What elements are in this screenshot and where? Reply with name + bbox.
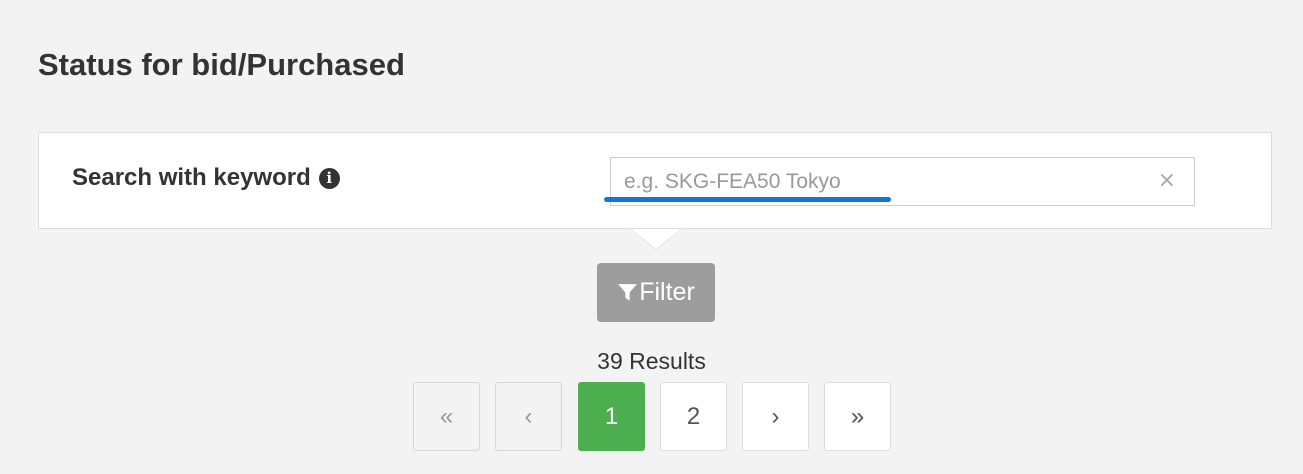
filter-icon (618, 284, 638, 301)
annotation-underline (604, 197, 891, 202)
search-label-group: Search with keyword i (72, 163, 340, 193)
filter-button-label: Filter (639, 278, 695, 306)
close-icon[interactable]: × (1158, 168, 1176, 194)
first-page-button[interactable]: « (413, 382, 480, 451)
panel-pointer (631, 229, 681, 249)
page-button-2[interactable]: 2 (660, 382, 727, 451)
page-button-1[interactable]: 1 (578, 382, 645, 451)
results-count: 39 Results (597, 348, 706, 374)
filter-button[interactable]: Filter (597, 263, 715, 322)
last-page-button[interactable]: » (824, 382, 891, 451)
info-circle-icon[interactable]: i (318, 167, 340, 189)
previous-page-button[interactable]: ‹ (495, 382, 562, 451)
next-page-button[interactable]: › (742, 382, 809, 451)
page-title: Status for bid/Purchased (38, 47, 405, 82)
search-label: Search with keyword (72, 164, 311, 191)
search-panel: Search with keyword i × (38, 132, 1272, 229)
